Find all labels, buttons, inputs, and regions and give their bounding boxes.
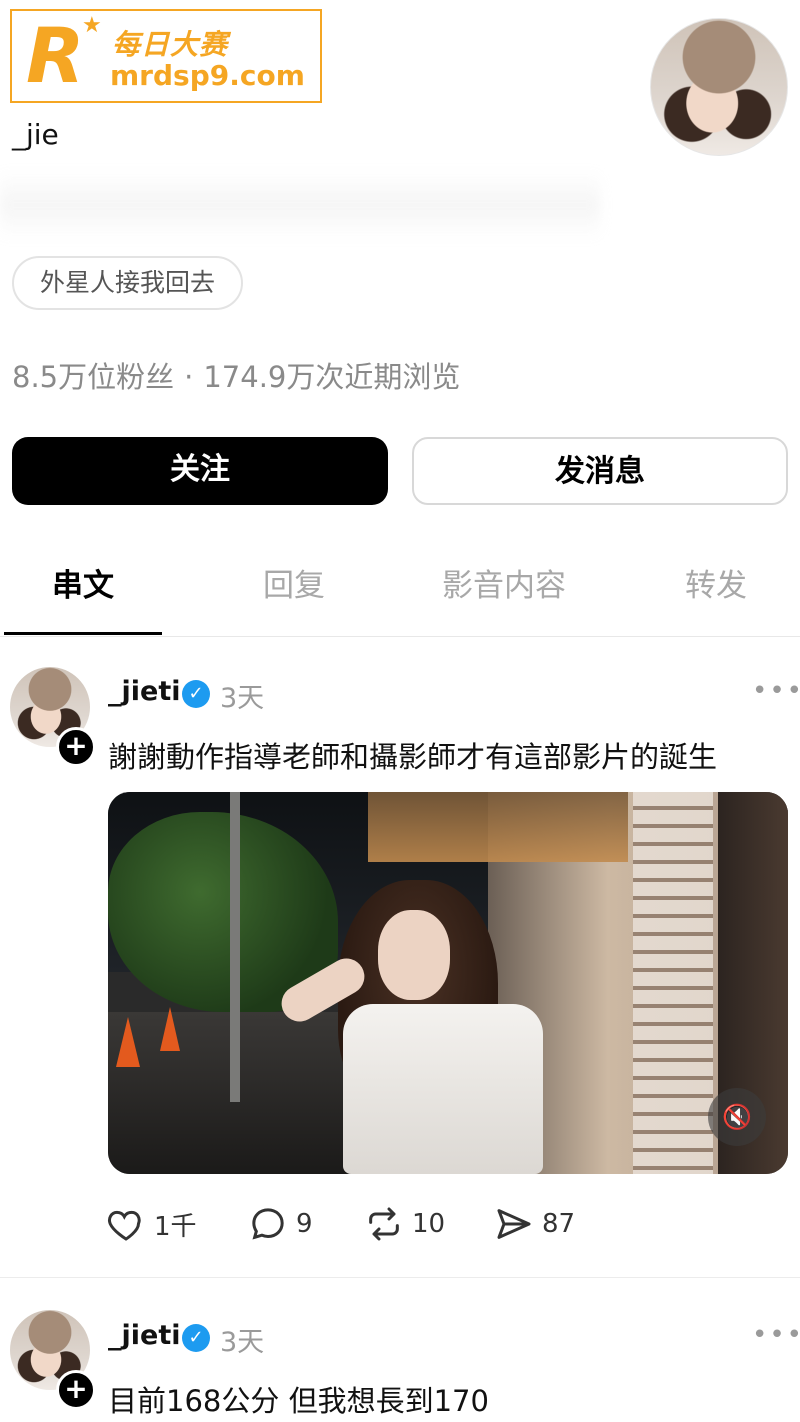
post-text: 謝謝動作指導老師和攝影師才有這部影片的誕生: [108, 740, 718, 774]
post-username[interactable]: _jieti: [108, 1320, 180, 1351]
post-actions: 1千 9 10 87: [0, 1204, 800, 1248]
follow-plus-icon[interactable]: +: [56, 727, 96, 767]
more-options-icon[interactable]: •••: [752, 1320, 800, 1350]
like-count: 1千: [154, 1211, 197, 1242]
verified-badge-icon: ✓: [182, 680, 210, 708]
mute-icon[interactable]: 🔇: [708, 1088, 766, 1146]
repost-action[interactable]: 10: [364, 1204, 445, 1244]
tab-reposts[interactable]: 转发: [685, 560, 747, 605]
message-button[interactable]: 发消息: [412, 437, 788, 505]
follow-plus-icon[interactable]: +: [56, 1370, 96, 1410]
heart-icon: [108, 1210, 141, 1241]
follow-button[interactable]: 关注: [12, 437, 388, 505]
followers-count[interactable]: 8.5万位粉丝: [12, 360, 174, 394]
post-time: 3天: [220, 1327, 265, 1358]
scene-pole: [230, 792, 240, 1102]
post-divider: [0, 1277, 800, 1278]
comment-count: 9: [296, 1209, 313, 1239]
scene-ceiling: [368, 792, 628, 862]
traffic-cone: [116, 1017, 140, 1067]
post-text: 目前168公分 但我想長到170: [108, 1384, 489, 1418]
watermark-star-icon: ★: [82, 13, 102, 38]
comment-action[interactable]: 9: [248, 1204, 313, 1244]
traffic-cone: [160, 1007, 180, 1051]
tab-threads[interactable]: 串文: [52, 560, 114, 605]
share-count: 87: [542, 1209, 576, 1239]
share-action[interactable]: 87: [494, 1204, 575, 1244]
tab-replies[interactable]: 回复: [263, 560, 325, 605]
like-action[interactable]: 1千: [106, 1204, 197, 1244]
views-count: 174.9万次近期浏览: [203, 360, 461, 394]
verified-badge-icon: ✓: [182, 1324, 210, 1352]
bio-blurred-area: [0, 170, 600, 240]
more-options-icon[interactable]: •••: [752, 676, 800, 706]
profile-username: _jie: [12, 118, 59, 151]
repost-count: 10: [412, 1209, 446, 1239]
profile-avatar[interactable]: [650, 18, 788, 156]
tab-media[interactable]: 影音内容: [442, 560, 566, 605]
repost-icon: [369, 1207, 399, 1241]
watermark-url: mrdsp9.com: [110, 59, 305, 92]
stats-separator: ·: [184, 360, 194, 394]
post-time: 3天: [220, 683, 265, 714]
send-icon: [497, 1209, 531, 1239]
profile-stats: 8.5万位粉丝 · 174.9万次近期浏览: [12, 354, 460, 396]
watermark-logo: R ★ 每日大赛 mrdsp9.com: [10, 9, 322, 103]
post-username[interactable]: _jieti: [108, 676, 180, 707]
active-tab-underline: [4, 632, 162, 635]
scene-wall-posters: [633, 792, 713, 1174]
watermark-brand: 每日大赛: [112, 28, 229, 61]
subject-shirt: [343, 1004, 543, 1174]
post-video[interactable]: 🔇: [108, 792, 788, 1174]
comment-icon: [252, 1208, 284, 1240]
profile-tag-pill[interactable]: 外星人接我回去: [12, 256, 244, 310]
profile-tabs: 串文 回复 影音内容 转发: [0, 540, 800, 637]
subject-face: [378, 910, 450, 1000]
